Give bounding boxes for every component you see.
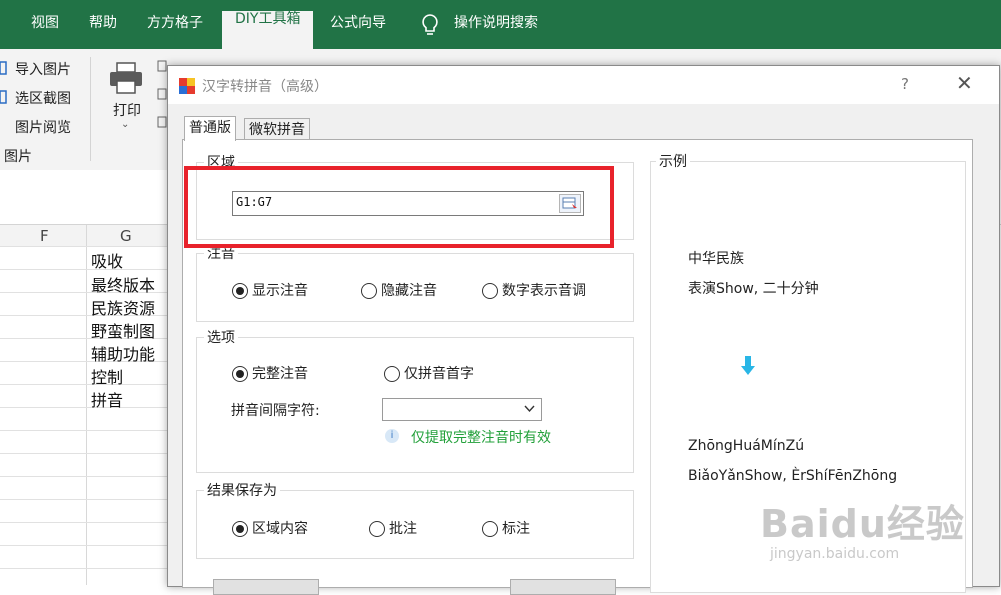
grid-line: [0, 384, 168, 385]
ribbon-separator: [90, 57, 91, 161]
help-button[interactable]: ?: [901, 75, 909, 93]
radio-show-annotation[interactable]: [232, 283, 248, 299]
example-output-line: BiǎoYǎnShow, ÈrShíFēnZhōng: [688, 468, 898, 484]
radio-label: 批注: [389, 521, 417, 537]
radio-label: 区域内容: [252, 521, 308, 537]
column-header-row: F G: [0, 225, 168, 247]
grid-line: [0, 545, 168, 546]
print-button[interactable]: 打印: [113, 100, 141, 120]
radio-numeric-tone[interactable]: [482, 283, 498, 299]
radio-label: 隐藏注音: [381, 283, 437, 299]
close-icon[interactable]: ✕: [956, 71, 973, 95]
separator-select[interactable]: [382, 398, 542, 421]
baidu-watermark-url: jingyan.baidu.com: [770, 546, 900, 562]
tab-diy-toolbox[interactable]: DIY工具箱: [222, 11, 314, 49]
grid-line: [0, 430, 168, 431]
grid-line: [0, 522, 168, 523]
sheet-cell[interactable]: 野蛮制图: [91, 318, 155, 342]
arrow-down-icon: [741, 356, 755, 375]
image-icon: [0, 61, 7, 75]
grid-line: [0, 568, 168, 569]
tab-formula-wizard[interactable]: 公式向导: [330, 12, 386, 32]
tab-help[interactable]: 帮助: [89, 12, 117, 32]
highlight-box: [184, 166, 614, 248]
capture-icon: [0, 90, 7, 104]
baidu-watermark: Baidu经验: [760, 502, 965, 546]
region-capture-button[interactable]: 选区截图: [15, 88, 71, 108]
grid-line: [0, 453, 168, 454]
sheet-cell[interactable]: 控制: [91, 364, 123, 388]
radio-label: 完整注音: [252, 366, 308, 382]
radio-hide-annotation[interactable]: [361, 283, 377, 299]
sheet-cell[interactable]: 拼音: [91, 387, 123, 411]
sheet-cell[interactable]: 民族资源: [91, 295, 155, 319]
example-input-line: 中华民族: [688, 251, 744, 267]
sheet-cell[interactable]: 吸收: [91, 248, 123, 272]
printer-icon: [110, 62, 142, 94]
app-icon: [179, 78, 195, 94]
radio-label: 标注: [502, 521, 530, 537]
info-text: 仅提取完整注音时有效: [411, 430, 551, 446]
cancel-button[interactable]: [510, 579, 616, 595]
example-group-label: 示例: [656, 151, 690, 171]
radio-initials-only[interactable]: [384, 366, 400, 382]
lightbulb-icon: [422, 14, 438, 35]
dialog-titlebar[interactable]: 汉字转拼音（高级） ? ✕: [168, 66, 999, 104]
chevron-down-icon: [524, 405, 535, 413]
grid-line: [0, 269, 168, 270]
separator-label: 拼音间隔字符:: [231, 403, 320, 419]
grid-line: [0, 407, 168, 408]
column-header-f[interactable]: F: [40, 227, 49, 245]
sheet-cell[interactable]: 辅助功能: [91, 341, 155, 365]
grid-line: [0, 476, 168, 477]
radio-full-pinyin[interactable]: [232, 366, 248, 382]
radio-save-note[interactable]: [482, 521, 498, 537]
example-output-line: ZhōngHuáMínZú: [688, 438, 805, 454]
ribbon-tab-bar: 视图 帮助 方方格子 DIY工具箱 公式向导 操作说明搜索: [0, 0, 1001, 49]
radio-label: 仅拼音首字: [404, 366, 474, 382]
group-label-images: 图片: [4, 149, 32, 165]
tab-standard[interactable]: 普通版: [184, 116, 236, 141]
tell-me-search[interactable]: 操作说明搜索: [454, 12, 538, 32]
print-dropdown-icon[interactable]: ⌄: [121, 119, 129, 130]
grid-line: [0, 499, 168, 500]
radio-label: 显示注音: [252, 283, 308, 299]
tab-microsoft-pinyin[interactable]: 微软拼音: [244, 118, 310, 141]
radio-label: 数字表示音调: [502, 283, 586, 299]
info-icon: i: [385, 429, 399, 443]
dialog-title: 汉字转拼音（高级）: [202, 79, 328, 95]
example-input-line: 表演Show, 二十分钟: [688, 281, 819, 297]
tab-view[interactable]: 视图: [31, 12, 59, 32]
radio-save-comment[interactable]: [369, 521, 385, 537]
save-group-label: 结果保存为: [204, 480, 280, 500]
small-tool-icons: [157, 60, 167, 128]
tab-fangfang[interactable]: 方方格子: [147, 12, 203, 32]
column-header-g[interactable]: G: [120, 227, 132, 245]
image-browse-button[interactable]: 图片阅览: [15, 117, 71, 137]
options-group-label: 选项: [204, 327, 238, 347]
grid-line: [0, 246, 168, 247]
sheet-cell[interactable]: 最终版本: [91, 272, 155, 296]
grid-line: [86, 225, 87, 585]
ok-button[interactable]: [213, 579, 319, 595]
import-image-button[interactable]: 导入图片: [15, 59, 71, 79]
radio-save-cell[interactable]: [232, 521, 248, 537]
